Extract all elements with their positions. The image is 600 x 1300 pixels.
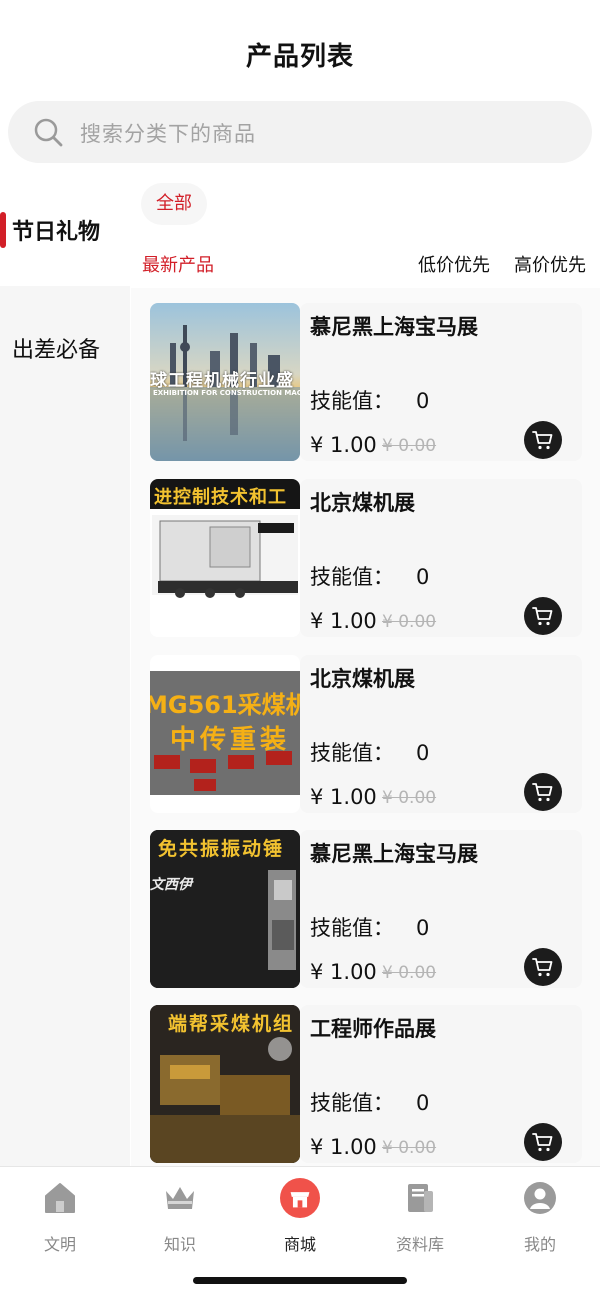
crown-icon (166, 1187, 194, 1209)
cart-icon (532, 1133, 553, 1152)
skill-value: 0 (416, 565, 430, 589)
tab-label: 文明 (43, 1235, 76, 1254)
tab-label: 知识 (163, 1235, 196, 1254)
product-original-price: ¥ 0.00 (382, 436, 437, 456)
product-price: ¥ 1.00 (310, 785, 377, 809)
cart-icon (532, 783, 553, 802)
product-card[interactable]: MG561采煤机 中传重装 北京煤机展 技能值： 0 ¥ 1.00 ¥ 0.00 (150, 655, 582, 813)
product-skill: 技能值： 0 (310, 1087, 429, 1117)
sidebar-item-festival-gifts[interactable]: 节日礼物 (0, 182, 130, 286)
product-skill: 技能值： 0 (310, 561, 429, 591)
tab-label: 我的 (523, 1235, 556, 1254)
cart-icon (532, 431, 553, 450)
tab-knowledge[interactable]: 知识 (120, 1181, 240, 1261)
product-original-price: ¥ 0.00 (382, 612, 437, 632)
search-bar[interactable]: 搜索分类下的商品 (8, 101, 592, 163)
image-subcaption: EXHIBITION FOR CONSTRUCTION MACHINERY IN (153, 389, 300, 397)
product-card[interactable]: 端帮采煤机组 工程师作品展 技能值： 0 ¥ 1.00 ¥ 0.00 (150, 1005, 582, 1163)
product-name: 慕尼黑上海宝马展 (310, 315, 478, 339)
image-caption: 进控制技术和工 (154, 487, 287, 508)
image-subcaption: 中传重装 (170, 725, 291, 755)
category-sidebar: 节日礼物 出差必备 (0, 182, 130, 1166)
tab-shop[interactable]: 商城 (240, 1178, 360, 1261)
image-caption: 端帮采煤机组 (168, 1013, 295, 1035)
product-skill: 技能值： 0 (310, 737, 429, 767)
add-to-cart-button[interactable] (524, 421, 562, 459)
sidebar-item-label: 出差必备 (12, 338, 101, 363)
product-name: 北京煤机展 (310, 667, 415, 691)
cart-icon (532, 607, 553, 626)
product-image[interactable]: MG561采煤机 中传重装 (150, 655, 300, 813)
product-original-price: ¥ 0.00 (382, 963, 437, 983)
product-original-price: ¥ 0.00 (382, 788, 437, 808)
search-input[interactable]: 搜索分类下的商品 (80, 118, 256, 148)
product-price: ¥ 1.00 (310, 1135, 377, 1159)
product-price: ¥ 1.00 (310, 609, 377, 633)
product-card[interactable]: 球工程机械行业盛 EXHIBITION FOR CONSTRUCTION MAC… (150, 303, 582, 461)
tab-library[interactable]: 资料库 (360, 1181, 480, 1261)
product-image[interactable]: 进控制技术和工 (150, 479, 300, 637)
active-indicator (0, 212, 6, 248)
sort-newest[interactable]: 最新产品 (142, 251, 214, 277)
tab-civilization[interactable]: 文明 (0, 1181, 120, 1261)
product-price: ¥ 1.00 (310, 960, 377, 984)
product-image[interactable]: 免共振振动锤 文西伊 (150, 830, 300, 988)
product-name: 北京煤机展 (310, 491, 415, 515)
skill-label: 技能值： (310, 389, 394, 413)
sidebar-item-label: 节日礼物 (12, 220, 101, 245)
image-subcaption: 文西伊 (150, 877, 192, 893)
product-skill: 技能值： 0 (310, 912, 429, 942)
skill-value: 0 (416, 916, 430, 940)
home-icon (45, 1183, 75, 1213)
skill-label: 技能值： (310, 916, 394, 940)
add-to-cart-button[interactable] (524, 1123, 562, 1161)
product-name: 慕尼黑上海宝马展 (310, 842, 478, 866)
skill-label: 技能值： (310, 1091, 394, 1115)
skill-value: 0 (416, 1091, 430, 1115)
cart-icon (532, 958, 553, 977)
skill-value: 0 (416, 741, 430, 765)
sort-price-low[interactable]: 低价优先 (418, 251, 490, 277)
skill-label: 技能值： (310, 565, 394, 589)
add-to-cart-button[interactable] (524, 773, 562, 811)
skill-value: 0 (416, 389, 430, 413)
user-icon (524, 1182, 556, 1214)
add-to-cart-button[interactable] (524, 597, 562, 635)
product-skill: 技能值： 0 (310, 385, 429, 415)
product-price: ¥ 1.00 (310, 433, 377, 457)
product-name: 工程师作品展 (310, 1017, 436, 1041)
tab-label: 资料库 (395, 1235, 444, 1254)
filter-chip-all[interactable]: 全部 (141, 183, 207, 225)
add-to-cart-button[interactable] (524, 948, 562, 986)
image-caption: 球工程机械行业盛 (150, 371, 294, 391)
book-icon (408, 1184, 433, 1212)
tab-label: 商城 (283, 1235, 316, 1254)
sort-price-high[interactable]: 高价优先 (514, 251, 586, 277)
shop-icon (280, 1178, 320, 1218)
home-indicator (193, 1277, 407, 1284)
image-caption: MG561采煤机 (150, 691, 300, 719)
product-card[interactable]: 进控制技术和工 北京煤机展 技能值： 0 ¥ 1.00 ¥ 0.00 (150, 479, 582, 637)
skill-label: 技能值： (310, 741, 394, 765)
product-card[interactable]: 免共振振动锤 文西伊 慕尼黑上海宝马展 技能值： 0 ¥ 1.00 ¥ 0.00 (150, 830, 582, 988)
tab-me[interactable]: 我的 (480, 1181, 600, 1261)
search-icon (34, 118, 63, 147)
product-original-price: ¥ 0.00 (382, 1138, 437, 1158)
page-title: 产品列表 (245, 42, 354, 72)
image-caption: 免共振振动锤 (158, 838, 285, 860)
product-image[interactable]: 球工程机械行业盛 EXHIBITION FOR CONSTRUCTION MAC… (150, 303, 300, 461)
product-image[interactable]: 端帮采煤机组 (150, 1005, 300, 1163)
